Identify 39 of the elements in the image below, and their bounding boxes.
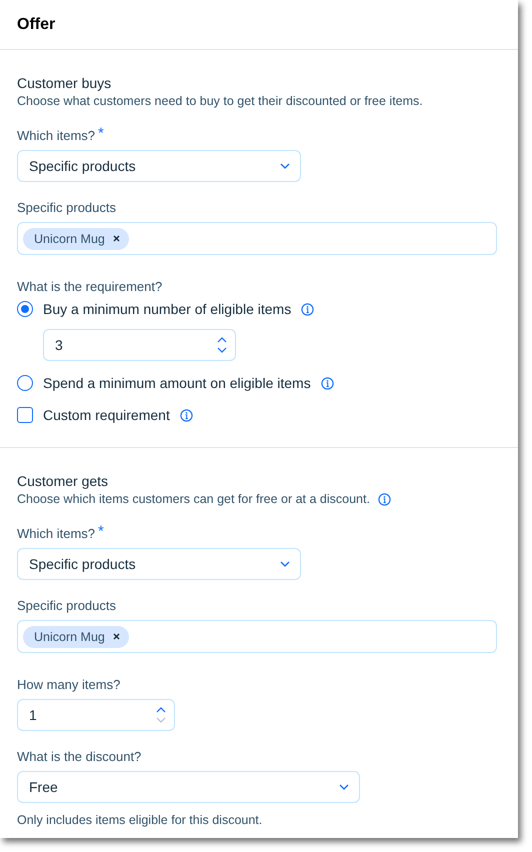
chevron-down-icon — [339, 784, 349, 790]
option-label: Custom requirement — [43, 407, 170, 423]
product-tag: Unicorn Mug — [23, 626, 129, 648]
number-field[interactable]: 1 — [17, 699, 175, 731]
required-mark: * — [98, 526, 104, 542]
tags-field[interactable]: Unicorn Mug — [17, 222, 497, 255]
info-icon[interactable] — [378, 492, 391, 506]
field-label: Specific products — [17, 598, 116, 614]
close-icon[interactable] — [112, 235, 120, 242]
radio-button[interactable] — [17, 375, 33, 391]
panel-title: Offer — [17, 16, 56, 34]
chevron-down-icon — [280, 163, 290, 169]
dropdown[interactable]: Specific products — [17, 150, 301, 182]
section-description: Choose which items customers can get for free or at a discount. — [17, 491, 370, 508]
field-label: Which items? — [17, 128, 96, 144]
info-icon[interactable] — [180, 408, 193, 422]
option-label: Buy a minimum number of eligible items — [43, 301, 292, 317]
radio-button[interactable] — [17, 301, 33, 317]
help-text: Only includes items eligible for this discount. — [17, 813, 264, 827]
section-description: Choose what customers need to buy to get their discounted or free items. — [17, 93, 423, 110]
section-title: Customer gets — [17, 472, 110, 490]
dropdown[interactable]: Specific products — [17, 548, 301, 580]
info-icon[interactable] — [301, 302, 314, 316]
required-mark: * — [98, 128, 104, 144]
info-icon[interactable] — [320, 376, 334, 390]
dropdown[interactable]: Free — [17, 771, 360, 803]
tags-field[interactable]: Unicorn Mug — [17, 620, 497, 653]
section-title: Customer buys — [17, 74, 112, 92]
number-field[interactable]: 3 — [43, 329, 236, 361]
field-label: How many items? — [17, 677, 120, 693]
field-label: What is the requirement? — [17, 279, 162, 295]
close-icon[interactable] — [112, 633, 120, 640]
field-label: Which items? — [17, 526, 96, 542]
checkbox[interactable] — [17, 407, 33, 423]
field-label: Specific products — [17, 200, 116, 216]
chevron-down-icon — [280, 561, 290, 567]
option-label: Spend a minimum amount on eligible items — [43, 375, 311, 391]
product-tag: Unicorn Mug — [23, 228, 129, 250]
field-label: What is the discount? — [17, 749, 142, 765]
